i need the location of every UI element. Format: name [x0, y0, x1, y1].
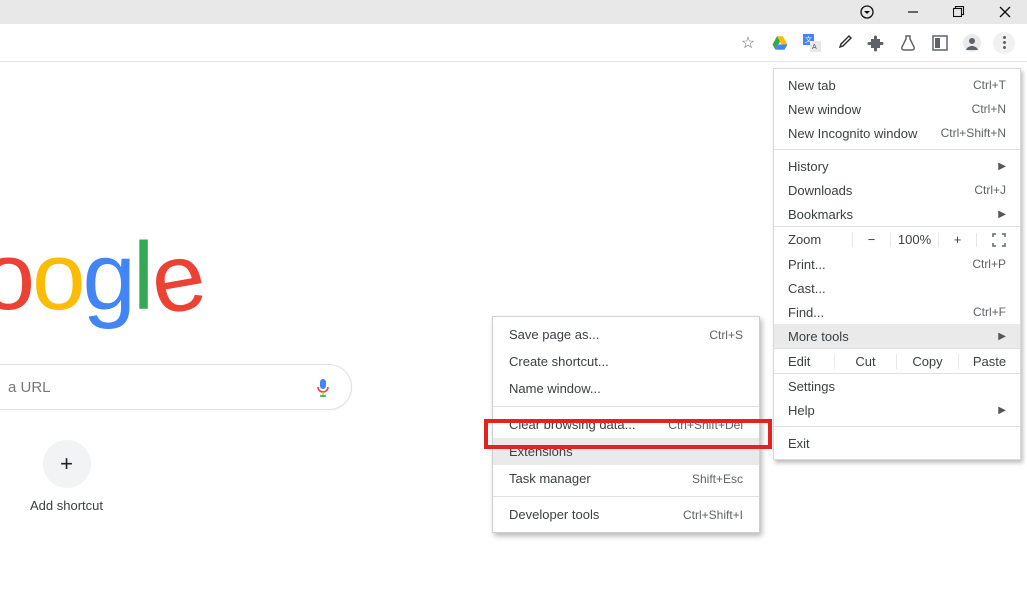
edit-copy-button[interactable]: Copy: [896, 354, 958, 369]
chrome-main-menu: New tabCtrl+T New windowCtrl+N New Incog…: [773, 68, 1021, 460]
menu-item-print[interactable]: Print...Ctrl+P: [774, 252, 1020, 276]
menu-item-history[interactable]: History▶: [774, 154, 1020, 178]
profile-avatar-icon[interactable]: [961, 32, 983, 54]
translate-extension-icon[interactable]: 文A: [801, 32, 823, 54]
chevron-right-icon: ▶: [998, 405, 1006, 416]
menu-item-zoom: Zoom − 100% +: [774, 226, 1020, 252]
menu-item-downloads[interactable]: DownloadsCtrl+J: [774, 178, 1020, 202]
labs-flask-icon[interactable]: [897, 32, 919, 54]
drive-extension-icon[interactable]: [769, 32, 791, 54]
window-titlebar: [0, 0, 1027, 24]
add-shortcut-label: Add shortcut: [30, 498, 103, 513]
plus-icon: +: [43, 440, 91, 488]
chevron-right-icon: ▶: [998, 331, 1006, 342]
extensions-puzzle-icon[interactable]: [865, 32, 887, 54]
browser-toolbar: ☆ 文A: [0, 24, 1027, 62]
svg-text:A: A: [812, 44, 817, 51]
google-logo: Google: [0, 222, 202, 332]
submenu-item-extensions[interactable]: Extensions: [493, 438, 759, 465]
submenu-item-developer-tools[interactable]: Developer toolsCtrl+Shift+I: [493, 501, 759, 528]
bookmark-star-icon[interactable]: ☆: [737, 32, 759, 54]
zoom-in-button[interactable]: +: [938, 232, 976, 247]
search-box[interactable]: a URL: [0, 364, 352, 410]
search-placeholder: a URL: [8, 379, 51, 396]
zoom-value: 100%: [890, 232, 938, 247]
edit-paste-button[interactable]: Paste: [958, 354, 1020, 369]
voice-search-icon[interactable]: [315, 378, 333, 396]
menu-item-settings[interactable]: Settings: [774, 374, 1020, 398]
submenu-item-clear-data[interactable]: Clear browsing data...Ctrl+Shift+Del: [493, 411, 759, 438]
fullscreen-button[interactable]: [976, 233, 1020, 247]
page-content: Google a URL + Add shortcut New tabCtrl+…: [0, 62, 1027, 591]
menu-item-bookmarks[interactable]: Bookmarks▶: [774, 202, 1020, 226]
submenu-item-name-window[interactable]: Name window...: [493, 375, 759, 402]
svg-text:文: 文: [805, 35, 812, 44]
reading-list-icon[interactable]: [929, 32, 951, 54]
menu-item-find[interactable]: Find...Ctrl+F: [774, 300, 1020, 324]
submenu-item-create-shortcut[interactable]: Create shortcut...: [493, 348, 759, 375]
zoom-out-button[interactable]: −: [852, 232, 890, 247]
menu-item-incognito[interactable]: New Incognito windowCtrl+Shift+N: [774, 121, 1020, 145]
chevron-right-icon: ▶: [998, 161, 1006, 172]
menu-item-cast[interactable]: Cast...: [774, 276, 1020, 300]
maximize-button[interactable]: [947, 6, 971, 18]
add-shortcut-tile[interactable]: + Add shortcut: [30, 440, 103, 513]
menu-item-help[interactable]: Help▶: [774, 398, 1020, 422]
submenu-item-task-manager[interactable]: Task managerShift+Esc: [493, 465, 759, 492]
menu-item-exit[interactable]: Exit: [774, 431, 1020, 455]
chrome-menu-button[interactable]: [993, 32, 1015, 54]
edit-cut-button[interactable]: Cut: [834, 354, 896, 369]
menu-item-more-tools[interactable]: More tools▶: [774, 324, 1020, 348]
chevron-right-icon: ▶: [998, 209, 1006, 220]
more-tools-submenu: Save page as...Ctrl+S Create shortcut...…: [492, 316, 760, 533]
submenu-item-save-page[interactable]: Save page as...Ctrl+S: [493, 321, 759, 348]
minimize-button[interactable]: [901, 6, 925, 18]
menu-item-new-window[interactable]: New windowCtrl+N: [774, 97, 1020, 121]
dropdown-icon[interactable]: [855, 5, 879, 19]
menu-item-edit: Edit Cut Copy Paste: [774, 348, 1020, 374]
eyedropper-extension-icon[interactable]: [833, 32, 855, 54]
close-button[interactable]: [993, 6, 1017, 18]
menu-item-new-tab[interactable]: New tabCtrl+T: [774, 73, 1020, 97]
